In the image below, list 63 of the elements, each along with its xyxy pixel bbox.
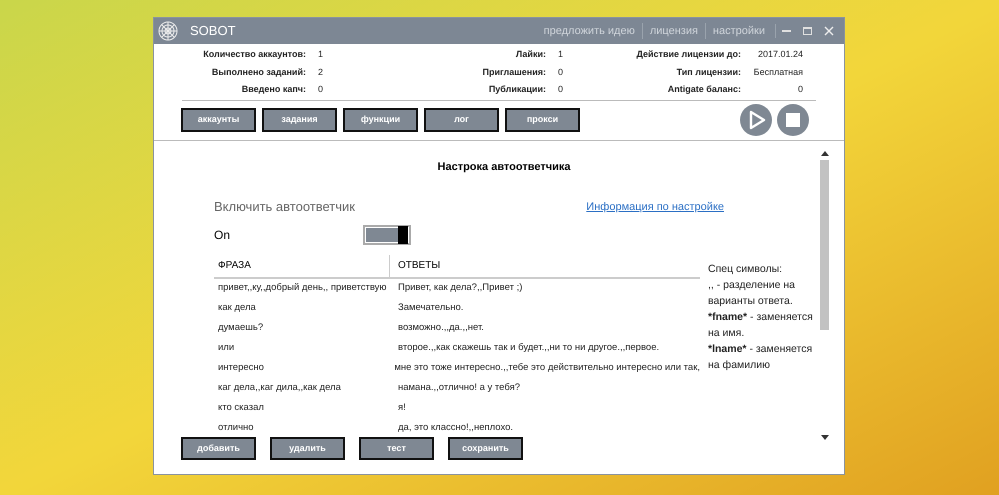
header-link[interactable]: предложить идею	[536, 22, 642, 40]
table-cell-text: возможно.,,да.,,нет.	[398, 321, 484, 336]
stat-value: 0	[317, 83, 324, 96]
nav-button[interactable]: аккаунты	[181, 108, 256, 132]
stat-label: Выполнено заданий:	[210, 66, 306, 79]
table-cell-text: намана.,,отлично! а у тебя?	[398, 381, 520, 396]
header-link[interactable]: настройки	[704, 22, 772, 40]
help-text: Спец символы: ,, - разделение на варианты ответа. *fname* - заменяется на имя. *lname* - заменяется на фамилию	[708, 262, 814, 372]
stat-value: Бесплатная	[752, 66, 803, 78]
stat-value: 1	[557, 48, 564, 61]
section-title: Настрока автоответчика	[436, 160, 572, 174]
stat-value: 0	[796, 83, 803, 96]
stat-value: 2017.01.24	[756, 48, 803, 61]
table-cell-text: каг дела,,каг дила,,как дела	[217, 381, 342, 396]
stat-value: 2	[317, 66, 324, 78]
stat-value: 1	[317, 48, 324, 61]
toggle-label: On	[214, 226, 232, 244]
table-cell-text: как дела	[217, 301, 257, 316]
table-cell-text: я!	[398, 401, 406, 416]
web-icon	[158, 21, 178, 41]
table-cell-text: мне это тоже интересно.,,тебе это действительно интересно или так,	[394, 361, 700, 376]
action-button[interactable]: добавить	[181, 437, 256, 460]
table-cell-text: второе.,,как скажешь так и будет.,,ни то ни другое.,,первое.	[398, 341, 660, 356]
toggle-switch[interactable]	[363, 224, 411, 244]
stat-label: Количество аккаунтов:	[202, 48, 306, 61]
table-cell-text: или	[217, 341, 236, 356]
maximize-icon[interactable]	[803, 27, 812, 35]
stat-label: Antigate баланс:	[666, 83, 741, 96]
table-cell-text: кто сказал	[217, 401, 265, 416]
enable-label: Включить автоответчик	[214, 198, 355, 216]
table-cell-text: интересно	[217, 361, 265, 376]
stat-label: Введено капч:	[240, 83, 306, 96]
stat-value: 0	[557, 83, 564, 96]
action-button[interactable]: удалить	[270, 437, 345, 460]
scrollbar-thumb[interactable]	[820, 160, 829, 330]
nav-button[interactable]: лог	[424, 108, 499, 132]
action-button[interactable]: тест	[359, 437, 434, 460]
header-link[interactable]: лицензия	[642, 22, 705, 40]
nav-button[interactable]: задания	[262, 108, 337, 132]
scroll-up-icon[interactable]	[820, 150, 828, 156]
play-icon[interactable]	[740, 104, 772, 136]
table-cell-text: привет,,ку,,добрый день,, приветствую	[217, 281, 388, 296]
stat-value: 0	[557, 66, 564, 78]
action-button[interactable]: сохранить	[448, 437, 523, 460]
stat-label: Тип лицензии:	[676, 66, 741, 79]
column-header[interactable]: ФРАЗА	[214, 254, 390, 276]
scroll-down-icon[interactable]	[820, 435, 828, 440]
stat-label: Действие лицензии до:	[635, 48, 741, 61]
nav-button[interactable]: прокси	[505, 108, 580, 132]
window-title: SOBOT	[190, 22, 236, 40]
table-cell-text: отлично	[217, 421, 255, 436]
info-link[interactable]: Информация по настройке	[586, 198, 724, 215]
column-header[interactable]: ОТВЕТЫ	[390, 258, 440, 273]
nav-button[interactable]: функции	[343, 108, 418, 132]
table-cell-text: думаешь?	[217, 321, 264, 336]
table-cell-text: Привет, как дела?,,Привет ;)	[398, 281, 522, 296]
table-cell-text: да, это классно!,,неплохо.	[398, 421, 514, 436]
stat-label: Публикации:	[488, 83, 546, 96]
stat-label: Приглашения:	[482, 66, 546, 79]
table-cell-text: Замечательно.	[398, 301, 464, 316]
close-icon[interactable]	[824, 26, 834, 36]
stat-label: Лайки:	[514, 48, 546, 61]
stop-icon[interactable]	[777, 104, 809, 136]
